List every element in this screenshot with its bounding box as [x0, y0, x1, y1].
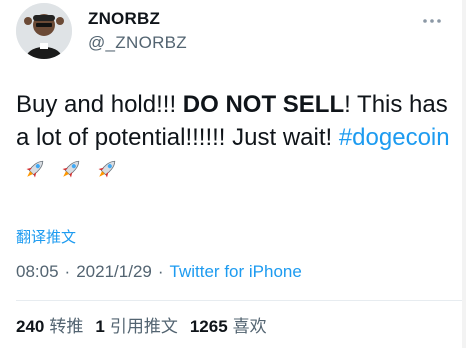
tweet-text-bold: DO NOT SELL	[182, 91, 345, 118]
tweet-metadata: 08:05 · 2021/1/29 · Twitter for iPhone	[16, 262, 302, 282]
author-name[interactable]: ZNORBZ	[88, 9, 160, 29]
tweet-card: ZNORBZ @_ZNORBZ Buy and hold!!! DO NOT S…	[0, 0, 466, 348]
more-dots-icon[interactable]	[420, 14, 444, 26]
avatar-image	[16, 3, 72, 59]
tweet-time[interactable]: 08:05	[16, 262, 59, 281]
rocket-emojis	[16, 157, 120, 184]
quotes-label: 引用推文	[109, 317, 178, 336]
scroll-edge	[462, 0, 466, 348]
rocket-icon	[94, 156, 120, 191]
meta-separator: ·	[157, 262, 164, 281]
hashtag-link[interactable]: #dogecoin	[339, 124, 450, 151]
quotes-stat[interactable]: 1 引用推文	[95, 317, 177, 336]
retweets-stat[interactable]: 240 转推	[16, 317, 83, 336]
likes-stat[interactable]: 1265 喜欢	[190, 317, 267, 336]
translate-link[interactable]: 翻译推文	[16, 226, 76, 247]
rocket-icon	[22, 156, 48, 191]
likes-count: 1265	[189, 317, 228, 336]
author-handle[interactable]: @_ZNORBZ	[88, 33, 187, 53]
retweets-count: 240	[16, 317, 45, 336]
tweet-date[interactable]: 2021/1/29	[76, 262, 152, 281]
tweet-text-part1: Buy and hold!!!	[16, 91, 183, 118]
client-link[interactable]: Twitter for iPhone	[170, 262, 302, 281]
divider	[16, 300, 466, 301]
engagement-stats: 240 转推 1 引用推文 1265 喜欢	[16, 312, 279, 337]
author-avatar[interactable]	[16, 3, 72, 59]
retweets-label: 转推	[49, 317, 84, 336]
tweet-text: Buy and hold!!! DO NOT SELL! This has a …	[16, 88, 456, 191]
likes-label: 喜欢	[232, 317, 267, 336]
quotes-count: 1	[95, 317, 105, 336]
rocket-icon	[58, 156, 84, 191]
meta-separator: ·	[64, 262, 71, 281]
